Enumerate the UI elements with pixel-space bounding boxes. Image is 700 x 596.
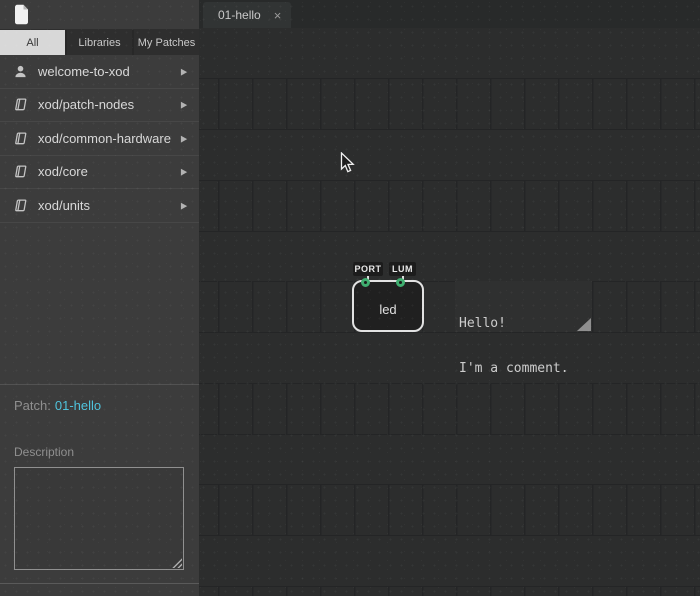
- tab-libraries[interactable]: Libraries: [67, 30, 132, 55]
- patch-label: Patch:: [14, 398, 51, 413]
- tab-label: 01-hello: [218, 8, 261, 22]
- library-icon: [13, 199, 28, 212]
- chevron-right-icon[interactable]: ▶: [181, 133, 187, 143]
- grid-band: [199, 180, 700, 232]
- grid-band: [199, 383, 700, 435]
- sidebar-item-label: xod/core: [38, 164, 181, 179]
- library-icon: [13, 98, 28, 111]
- sidebar-item-label: xod/patch-nodes: [38, 97, 181, 112]
- pin-label-lum: LUM: [389, 262, 416, 276]
- browser-filter-tabs: All Libraries My Patches: [0, 29, 199, 55]
- editor-tab-bar: 01-hello ×: [199, 0, 700, 28]
- sidebar-item-label: welcome-to-xod: [38, 64, 181, 79]
- sidebar-toolbar: [0, 0, 199, 29]
- description-box: [14, 467, 184, 570]
- chevron-right-icon[interactable]: ▶: [181, 66, 187, 76]
- pin-label-port: PORT: [353, 262, 383, 276]
- node-label: led: [379, 302, 396, 317]
- editor-area: 01-hello × PORT LUM led: [199, 0, 700, 596]
- project-browser-list: welcome-to-xod ▶ xod/patch-nodes ▶: [0, 55, 199, 223]
- close-icon[interactable]: ×: [274, 9, 282, 22]
- sidebar-item-xod-units[interactable]: xod/units ▶: [0, 189, 199, 223]
- grid-band: [199, 484, 700, 536]
- user-icon: [13, 65, 28, 78]
- chevron-right-icon[interactable]: ▶: [181, 167, 187, 177]
- grid-band: [199, 78, 700, 130]
- sidebar-item-label: xod/units: [38, 198, 181, 213]
- tab-all[interactable]: All: [0, 30, 65, 55]
- patch-canvas[interactable]: PORT LUM led Hello! I'm a comment.: [199, 28, 700, 596]
- library-icon: [13, 132, 28, 145]
- grid-band: [199, 281, 700, 333]
- tab-my-patches[interactable]: My Patches: [134, 30, 199, 55]
- xod-ide-window: All Libraries My Patches welcome-to-xod …: [0, 0, 700, 596]
- patch-row: Patch: 01-hello: [14, 398, 185, 413]
- pin-port[interactable]: [361, 278, 370, 287]
- grid-band: [199, 586, 700, 596]
- sidebar-item-xod-patch-nodes[interactable]: xod/patch-nodes ▶: [0, 89, 199, 123]
- patch-details-panel: Patch: 01-hello Description: [0, 384, 199, 570]
- chevron-right-icon[interactable]: ▶: [181, 100, 187, 110]
- sidebar-item-xod-core[interactable]: xod/core ▶: [0, 156, 199, 190]
- comment-line: Hello!: [459, 316, 592, 331]
- description-label: Description: [14, 445, 185, 459]
- comment-box[interactable]: Hello! I'm a comment.: [455, 281, 592, 332]
- comment-line: I'm a comment.: [459, 361, 592, 376]
- sidebar-item-welcome-to-xod[interactable]: welcome-to-xod ▶: [0, 55, 199, 89]
- sidebar-item-label: xod/common-hardware: [38, 131, 181, 146]
- tab-01-hello[interactable]: 01-hello ×: [203, 2, 291, 28]
- description-textarea[interactable]: [15, 468, 183, 569]
- chevron-right-icon[interactable]: ▶: [181, 200, 187, 210]
- new-patch-icon[interactable]: [13, 4, 29, 30]
- pin-lum[interactable]: [396, 278, 405, 287]
- library-icon: [13, 165, 28, 178]
- mouse-cursor-icon: [340, 152, 355, 179]
- node-led[interactable]: led: [352, 280, 424, 332]
- patch-name-link[interactable]: 01-hello: [55, 398, 101, 413]
- sidebar-divider: [0, 583, 199, 584]
- project-browser-sidebar: All Libraries My Patches welcome-to-xod …: [0, 0, 199, 596]
- sidebar-item-xod-common-hardware[interactable]: xod/common-hardware ▶: [0, 122, 199, 156]
